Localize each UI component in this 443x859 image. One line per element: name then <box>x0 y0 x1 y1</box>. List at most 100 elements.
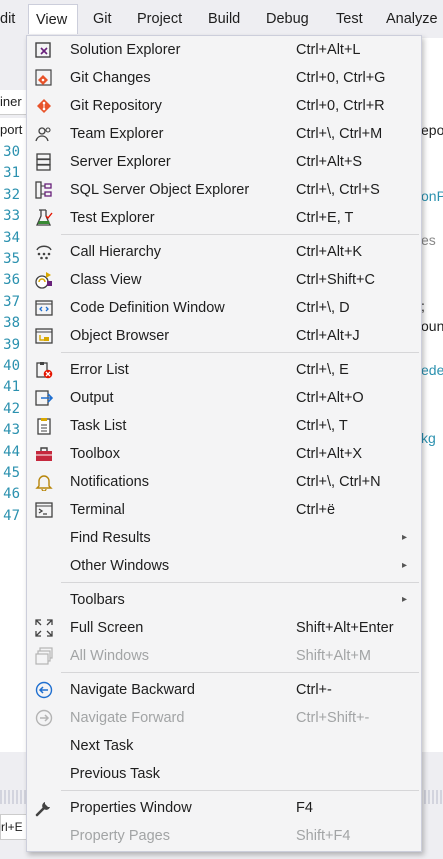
menu-analyze[interactable]: Analyze <box>386 4 438 34</box>
menu-item-shortcut: Ctrl+Shift+C <box>296 272 375 288</box>
menu-item-label: Object Browser <box>70 328 170 344</box>
menu-item-label: Navigate Forward <box>70 710 185 726</box>
menu-item-sql-server-object-explorer[interactable]: SQL Server Object Explorer Ctrl+\, Ctrl+S <box>28 176 420 204</box>
menu-item-error-list[interactable]: Error List Ctrl+\, E <box>28 356 420 384</box>
menu-item-label: Git Changes <box>70 70 151 86</box>
menu-item-shortcut: F4 <box>296 800 313 816</box>
menu-item-label: Toolbars <box>70 592 125 608</box>
menu-git[interactable]: Git <box>93 4 112 34</box>
menu-item-output[interactable]: Output Ctrl+Alt+O <box>28 384 420 412</box>
editor-right-fragment <box>420 38 443 758</box>
navigate-forward-icon <box>35 709 53 727</box>
menu-item-label: Test Explorer <box>70 210 155 226</box>
code-fragment: ede <box>421 362 443 378</box>
menu-item-shortcut: Ctrl+Alt+X <box>296 446 363 462</box>
menu-item-label: Task List <box>70 418 127 434</box>
menu-item-full-screen[interactable]: Full Screen Shift+Alt+Enter <box>28 614 420 642</box>
menu-item-property-pages: Property Pages Shift+F4 <box>28 822 420 850</box>
menu-item-shortcut: Shift+F4 <box>296 828 351 844</box>
line-number: 38 <box>3 315 20 332</box>
menu-test[interactable]: Test <box>336 4 363 34</box>
menu-item-toolbox[interactable]: Toolbox Ctrl+Alt+X <box>28 440 420 468</box>
menu-item-git-repository[interactable]: Git Repository Ctrl+0, Ctrl+R <box>28 92 420 120</box>
menu-item-label: Previous Task <box>70 766 160 782</box>
menu-item-label: All Windows <box>70 648 149 664</box>
line-number: 39 <box>3 336 20 353</box>
menu-item-shortcut: Ctrl+\, Ctrl+S <box>296 182 380 198</box>
line-number: 30 <box>3 144 20 160</box>
menu-project[interactable]: Project <box>137 4 182 34</box>
menu-item-shortcut: Ctrl+\, T <box>296 418 348 434</box>
error-list-icon <box>35 361 53 379</box>
menu-separator <box>61 790 419 791</box>
menu-item-class-view[interactable]: Class View Ctrl+Shift+C <box>28 266 420 294</box>
test-explorer-icon <box>35 209 53 227</box>
menu-separator <box>61 672 419 673</box>
menu-item-shortcut: Ctrl+0, Ctrl+R <box>296 98 385 114</box>
menu-build[interactable]: Build <box>208 4 240 34</box>
menu-item-shortcut: Shift+Alt+M <box>296 648 371 664</box>
menu-item-team-explorer[interactable]: Team Explorer Ctrl+\, Ctrl+M <box>28 120 420 148</box>
menu-item-all-windows: All Windows Shift+Alt+M <box>28 642 420 670</box>
line-number: 35 <box>3 251 20 267</box>
menu-item-navigate-backward[interactable]: Navigate Backward Ctrl+- <box>28 676 420 704</box>
menu-item-label: Properties Window <box>70 800 192 816</box>
menu-item-shortcut: Ctrl+\, Ctrl+N <box>296 474 381 490</box>
menu-item-object-browser[interactable]: Object Browser Ctrl+Alt+J <box>28 322 420 350</box>
object-browser-icon <box>35 327 53 345</box>
code-definition-icon <box>35 299 53 317</box>
menu-item-git-changes[interactable]: Git Changes Ctrl+0, Ctrl+G <box>28 64 420 92</box>
menu-item-terminal[interactable]: Terminal Ctrl+ë <box>28 496 420 524</box>
line-number: 31 <box>3 165 20 182</box>
line-number: 47 <box>3 507 20 524</box>
menu-item-solution-explorer[interactable]: Solution Explorer Ctrl+Alt+L <box>28 36 420 64</box>
menu-item-label: Output <box>70 390 114 406</box>
toolbox-icon <box>35 445 53 463</box>
line-number: 34 <box>3 229 20 246</box>
menu-item-label: Git Repository <box>70 98 162 114</box>
menu-item-properties-window[interactable]: Properties Window F4 <box>28 794 420 822</box>
call-hierarchy-icon <box>35 243 53 261</box>
menu-item-shortcut: Ctrl+Alt+O <box>296 390 364 406</box>
menu-item-label: Notifications <box>70 474 149 490</box>
code-fragment: oun <box>421 318 443 334</box>
menu-item-shortcut: Ctrl+Shift+- <box>296 710 370 726</box>
menu-item-server-explorer[interactable]: Server Explorer Ctrl+Alt+S <box>28 148 420 176</box>
menu-item-toolbars[interactable]: Toolbars ▸ <box>28 586 420 614</box>
server-explorer-icon <box>35 153 53 171</box>
menu-bar: dit View Git Project Build Debug Test An… <box>0 0 443 38</box>
menu-edit[interactable]: dit <box>0 4 15 34</box>
sql-server-icon <box>35 181 53 199</box>
menu-view[interactable]: View <box>28 4 78 34</box>
menu-item-test-explorer[interactable]: Test Explorer Ctrl+E, T <box>28 204 420 232</box>
menu-item-code-definition-window[interactable]: Code Definition Window Ctrl+\, D <box>28 294 420 322</box>
menu-separator <box>61 582 419 583</box>
line-number: 37 <box>3 293 20 310</box>
line-number: 32 <box>3 186 20 203</box>
menu-debug[interactable]: Debug <box>266 4 309 34</box>
menu-item-previous-task[interactable]: Previous Task <box>28 760 420 788</box>
menu-item-label: Solution Explorer <box>70 42 181 58</box>
menu-item-next-task[interactable]: Next Task <box>28 732 420 760</box>
output-icon <box>35 389 54 407</box>
menu-item-find-results[interactable]: Find Results ▸ <box>28 524 420 552</box>
menu-item-shortcut: Ctrl+- <box>296 682 332 698</box>
line-number: 43 <box>3 422 20 439</box>
line-number: 36 <box>3 272 20 289</box>
line-number: 45 <box>3 465 20 481</box>
menu-item-call-hierarchy[interactable]: Call Hierarchy Ctrl+Alt+K <box>28 238 420 266</box>
menu-item-other-windows[interactable]: Other Windows ▸ <box>28 552 420 580</box>
menu-item-task-list[interactable]: Task List Ctrl+\, T <box>28 412 420 440</box>
menu-item-label: Next Task <box>70 738 134 754</box>
terminal-icon <box>35 501 53 519</box>
menu-item-navigate-forward: Navigate Forward Ctrl+Shift+- <box>28 704 420 732</box>
code-fragment: es <box>421 232 436 248</box>
full-screen-icon <box>35 619 53 637</box>
menu-item-label: Class View <box>70 272 142 288</box>
menu-item-shortcut: Ctrl+E, T <box>296 210 354 226</box>
menu-item-shortcut: Shift+Alt+Enter <box>296 620 394 636</box>
git-repository-icon <box>35 97 53 115</box>
menu-item-notifications[interactable]: Notifications Ctrl+\, Ctrl+N <box>28 468 420 496</box>
menu-item-label: Find Results <box>70 530 151 546</box>
menu-item-label: Team Explorer <box>70 126 164 142</box>
